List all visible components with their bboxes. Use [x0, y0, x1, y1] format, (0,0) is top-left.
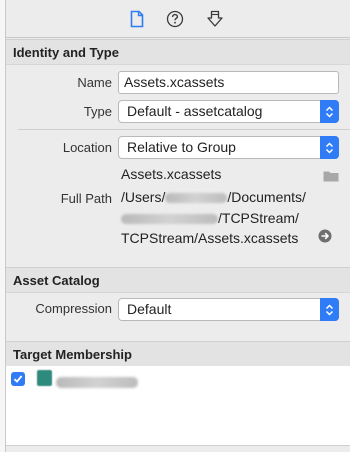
chevron-updown-icon [320, 100, 339, 123]
location-label: Location [62, 140, 112, 155]
location-popup[interactable]: Relative to Group [118, 136, 339, 159]
bottom-edge [6, 446, 350, 452]
fullpath-line3: TCPStream/Assets.xcassets [121, 230, 299, 246]
chevron-updown-icon [320, 298, 339, 321]
fullpath-label: Full Path [60, 191, 112, 206]
target-checkbox[interactable] [11, 372, 25, 386]
redacted-folder [121, 214, 218, 225]
redacted-username [165, 193, 228, 204]
name-label: Name [77, 75, 112, 90]
type-popup-value: Default - assetcatalog [127, 103, 263, 119]
fullpath-line2: /TCPStream/ [121, 208, 299, 229]
chevron-updown-icon [320, 136, 339, 159]
fullpath-part: /Users/ [121, 189, 166, 205]
identity-section-header: Identity and Type [6, 39, 350, 65]
reveal-arrow-icon[interactable] [318, 229, 332, 248]
identity-inspector-icon[interactable] [205, 9, 225, 29]
target-name-redacted [56, 374, 138, 392]
location-popup-value: Relative to Group [127, 139, 236, 155]
target-app-icon [37, 370, 52, 386]
fullpath-part: /TCPStream/ [218, 210, 299, 226]
asset-catalog-section-header: Asset Catalog [6, 267, 350, 293]
file-inspector-icon[interactable] [127, 9, 147, 29]
folder-icon[interactable] [323, 169, 339, 187]
target-membership-section-header: Target Membership [6, 341, 350, 367]
inspector-toolbar [6, 0, 350, 38]
fullpath-part: /Documents/ [227, 189, 306, 205]
fullpath-line1: /Users/ /Documents/ [121, 187, 306, 208]
type-label: Type [83, 104, 112, 119]
type-popup[interactable]: Default - assetcatalog [118, 100, 339, 123]
name-field[interactable]: Assets.xcassets [118, 71, 339, 94]
quick-help-icon[interactable] [165, 9, 185, 29]
divider [18, 129, 350, 130]
compression-label: Compression [35, 301, 112, 316]
compression-popup[interactable]: Default [118, 298, 339, 321]
location-filename: Assets.xcassets [121, 166, 222, 182]
compression-popup-value: Default [127, 301, 172, 317]
